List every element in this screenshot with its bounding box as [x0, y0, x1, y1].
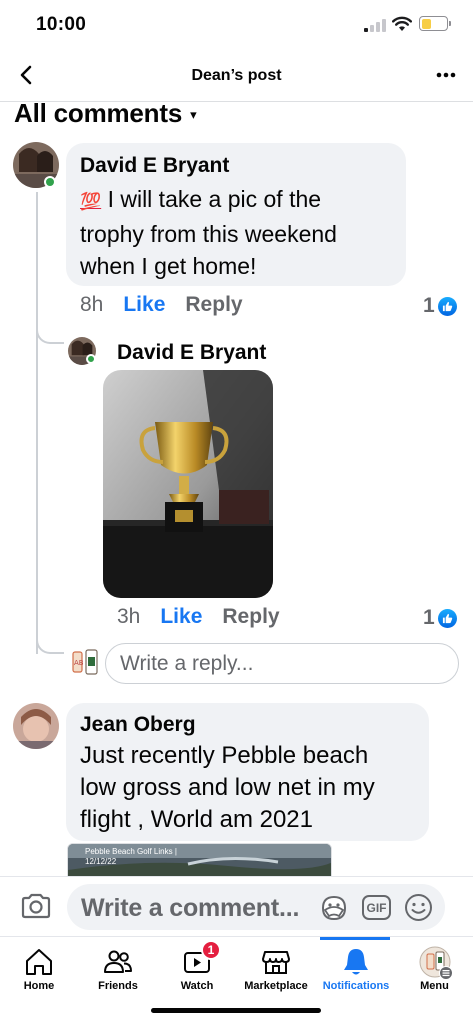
profile-photo-icon — [13, 703, 59, 749]
more-options-icon[interactable] — [435, 65, 457, 85]
watch-icon-wrap: 1 — [181, 940, 221, 978]
status-bar: 10:00 — [0, 0, 473, 50]
like-button[interactable]: Like — [160, 605, 202, 629]
comment-actions: 8h Like Reply — [80, 293, 243, 317]
avatar[interactable] — [13, 703, 59, 749]
page-title: Dean’s post — [191, 67, 282, 84]
marketplace-icon — [262, 951, 290, 974]
comment-bubble[interactable]: David E Bryant 💯 I will take a pic of th… — [66, 143, 406, 286]
reply-button[interactable]: Reply — [185, 293, 242, 317]
home-icon — [26, 949, 52, 975]
menu-avatar-wrap — [419, 946, 453, 980]
tab-home[interactable]: Home — [0, 937, 78, 999]
online-status-dot — [86, 354, 96, 364]
thread-connector — [36, 330, 64, 344]
comment-input[interactable]: Write a comment... GIF — [67, 884, 445, 930]
thumbs-up-icon — [437, 608, 457, 628]
tab-marketplace[interactable]: Marketplace — [236, 937, 316, 999]
hundred-points-emoji: 💯 — [80, 192, 102, 211]
reply-input[interactable]: Write a reply... — [105, 643, 459, 684]
notification-badge: 1 — [201, 940, 221, 960]
comment-sort-label: All comments — [14, 98, 183, 128]
chevron-down-icon: ▾ — [190, 106, 197, 122]
emoji-icon[interactable] — [404, 893, 433, 922]
comment-composer: Write a comment... GIF — [0, 876, 473, 936]
user-avatar-small-icon: AB — [72, 649, 98, 675]
reply-author[interactable]: David E Bryant — [117, 341, 266, 365]
comment-text: Just recently Pebble beach low gross and… — [80, 742, 375, 833]
trophy-image — [103, 370, 273, 598]
reaction-count[interactable]: 1 — [423, 294, 457, 318]
tab-friends[interactable]: Friends — [78, 937, 158, 999]
like-button[interactable]: Like — [123, 293, 165, 317]
tab-menu[interactable]: Menu — [396, 937, 473, 999]
tab-notifications[interactable]: Notifications — [316, 937, 396, 999]
comment-text: 💯 I will take a pic of the trophy from t… — [80, 186, 337, 279]
online-status-dot — [44, 176, 56, 188]
thumbs-up-icon — [437, 296, 457, 316]
reply-button[interactable]: Reply — [222, 605, 279, 629]
thread-connector — [36, 640, 64, 654]
trophy-photo[interactable] — [103, 370, 273, 598]
friends-icon — [104, 950, 132, 973]
comment-input-placeholder: Write a comment... — [81, 894, 300, 922]
preview-caption: Pebble Beach Golf Links | 12/12/22 — [85, 847, 177, 866]
reply-input-placeholder: Write a reply... — [120, 651, 254, 675]
cellular-signal-icon — [364, 19, 386, 32]
comment-time: 8h — [80, 293, 104, 316]
bell-icon — [344, 949, 368, 975]
sticker-icon[interactable] — [319, 894, 349, 922]
post-header: Dean’s post — [0, 50, 473, 102]
reply-actions: 3h Like Reply — [117, 605, 280, 629]
reply-time: 3h — [117, 605, 141, 628]
tab-watch[interactable]: 1 Watch — [158, 937, 236, 999]
camera-icon[interactable] — [20, 892, 52, 920]
reaction-count[interactable]: 1 — [423, 606, 457, 630]
comment-sort-dropdown[interactable]: All comments ▾ — [14, 98, 197, 129]
thread-line — [36, 192, 38, 654]
comment-bubble[interactable]: Jean Oberg Just recently Pebble beach lo… — [66, 703, 429, 841]
comment-author[interactable]: Jean Oberg — [80, 713, 196, 737]
status-time: 10:00 — [36, 14, 87, 35]
svg-text:AB: AB — [74, 659, 84, 667]
bottom-tab-bar: Home Friends 1 Watch Marketplace Notific… — [0, 936, 473, 998]
gif-icon[interactable]: GIF — [362, 895, 391, 920]
battery-cap — [449, 21, 451, 26]
home-indicator — [151, 1008, 321, 1013]
comment-author[interactable]: David E Bryant — [80, 154, 229, 178]
battery-icon — [419, 16, 448, 31]
wifi-icon — [392, 16, 412, 31]
menu-hamburger-icon — [438, 966, 453, 980]
